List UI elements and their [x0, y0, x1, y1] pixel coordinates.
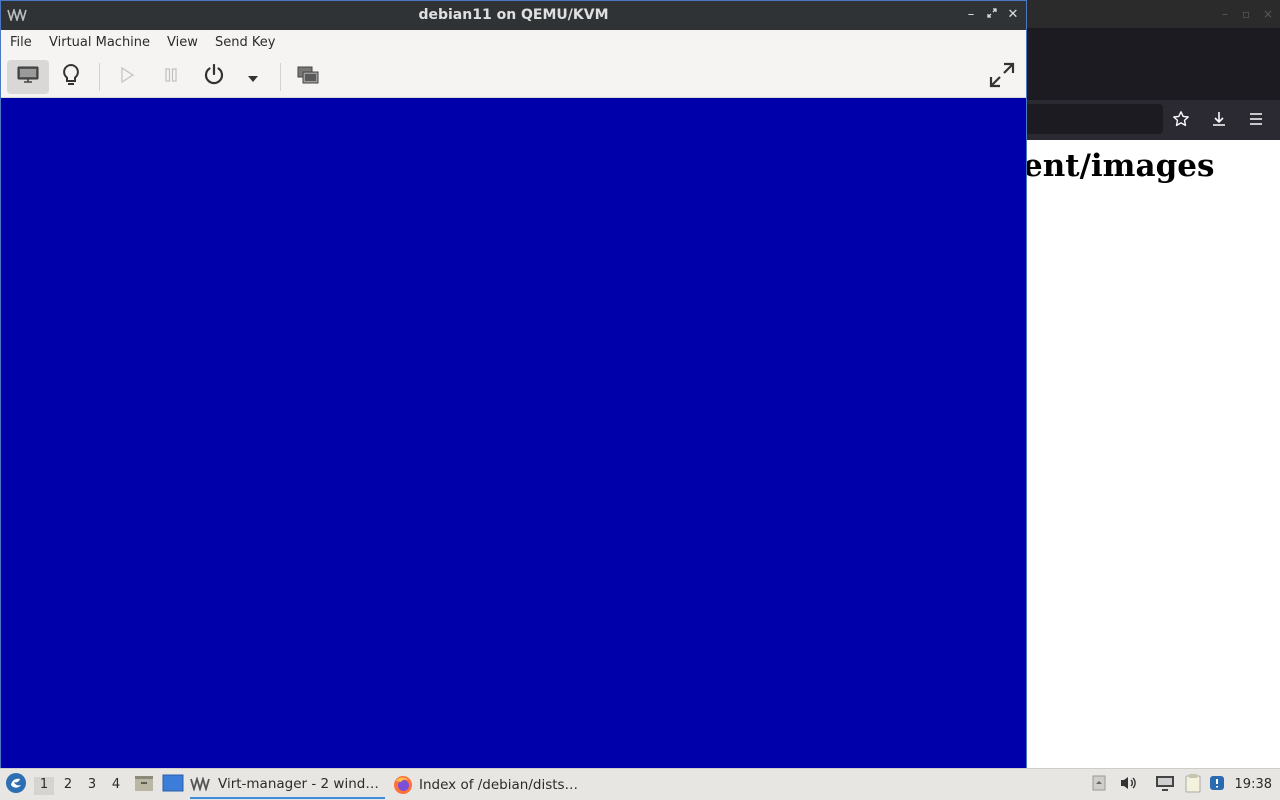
maximize-icon[interactable]: ▫	[1242, 7, 1250, 21]
power-icon	[202, 63, 226, 91]
clipboard-button[interactable]	[1182, 773, 1204, 797]
updates-button[interactable]	[1207, 775, 1227, 795]
snapshots-button[interactable]	[293, 60, 323, 94]
lxqt-logo-icon	[5, 772, 27, 798]
volume-button[interactable]	[1118, 775, 1138, 795]
workspace-1[interactable]: 1	[34, 777, 54, 795]
bookmark-star-icon[interactable]	[1169, 108, 1193, 130]
minimize-icon[interactable]: –	[963, 7, 979, 23]
firefox-icon	[393, 775, 413, 795]
restore-icon[interactable]	[984, 7, 1000, 23]
hamburger-menu-icon[interactable]	[1244, 108, 1268, 130]
shutdown-button[interactable]	[199, 60, 229, 94]
menu-view[interactable]: View	[167, 35, 198, 50]
task-label: Virt-manager - 2 wind…	[218, 776, 379, 792]
workspace-3[interactable]: 3	[82, 777, 102, 795]
arrow-up-icon	[1092, 775, 1106, 795]
snapshot-icon	[297, 66, 319, 88]
clock[interactable]: 19:38	[1235, 777, 1272, 792]
file-manager-launcher[interactable]	[133, 775, 155, 795]
vm-console-display[interactable]	[1, 98, 1026, 768]
toolbar-separator	[280, 63, 281, 91]
toolbar-separator	[99, 63, 100, 91]
show-console-button[interactable]	[7, 60, 49, 94]
clipboard-icon	[1184, 773, 1202, 797]
workspace-2[interactable]: 2	[58, 777, 78, 795]
menu-virtual-machine[interactable]: Virtual Machine	[49, 35, 150, 50]
start-menu-button[interactable]	[4, 773, 28, 797]
background-browser-window[interactable]: – ▫ × ent/images	[1023, 0, 1280, 768]
speaker-icon	[1119, 775, 1137, 795]
taskbar: 1 2 3 4 Virt-manager - 2 wind… Index of …	[0, 768, 1280, 800]
window-title: debian11 on QEMU/KVM	[418, 7, 609, 23]
minimize-icon[interactable]: –	[1222, 7, 1228, 21]
workspace-4[interactable]: 4	[106, 777, 126, 795]
shutdown-menu-button[interactable]	[241, 60, 265, 94]
lightbulb-icon	[61, 63, 81, 91]
file-manager-icon	[134, 774, 154, 796]
pause-icon	[163, 67, 179, 87]
fullscreen-icon	[989, 62, 1015, 92]
browser-tab-strip	[1027, 28, 1280, 100]
update-notification-icon	[1209, 775, 1225, 795]
pause-button[interactable]	[157, 60, 185, 94]
url-bar[interactable]	[1027, 104, 1163, 134]
fullscreen-button[interactable]	[985, 60, 1019, 94]
run-button[interactable]	[113, 60, 141, 94]
page-heading: ent/images	[1023, 148, 1215, 184]
menu-bar: File Virtual Machine View Send Key	[1, 30, 1026, 55]
close-icon[interactable]: ×	[1263, 7, 1273, 21]
show-details-button[interactable]	[55, 60, 87, 94]
network-icon	[1155, 774, 1175, 796]
play-icon	[119, 66, 135, 88]
task-label: Index of /debian/dists…	[419, 777, 579, 793]
close-icon[interactable]: ✕	[1005, 7, 1021, 23]
vm-titlebar[interactable]: debian11 on QEMU/KVM – ✕	[1, 1, 1026, 30]
virt-manager-icon	[190, 777, 212, 791]
network-button[interactable]	[1154, 775, 1176, 795]
task-virt-manager[interactable]: Virt-manager - 2 wind…	[190, 771, 385, 799]
desktop-icon	[162, 774, 184, 796]
vm-viewer-window[interactable]: debian11 on QEMU/KVM – ✕ File Virtual Ma…	[0, 0, 1027, 768]
downloads-icon[interactable]	[1207, 108, 1231, 130]
task-firefox[interactable]: Index of /debian/dists…	[393, 771, 593, 799]
show-desktop-button[interactable]	[161, 774, 185, 796]
monitor-icon	[17, 66, 39, 88]
vm-toolbar	[1, 55, 1026, 98]
menu-file[interactable]: File	[10, 35, 32, 50]
tray-expand-button[interactable]	[1090, 775, 1108, 795]
chevron-down-icon	[247, 68, 259, 87]
browser-titlebar: – ▫ ×	[1027, 0, 1280, 28]
menu-send-key[interactable]: Send Key	[215, 35, 275, 50]
